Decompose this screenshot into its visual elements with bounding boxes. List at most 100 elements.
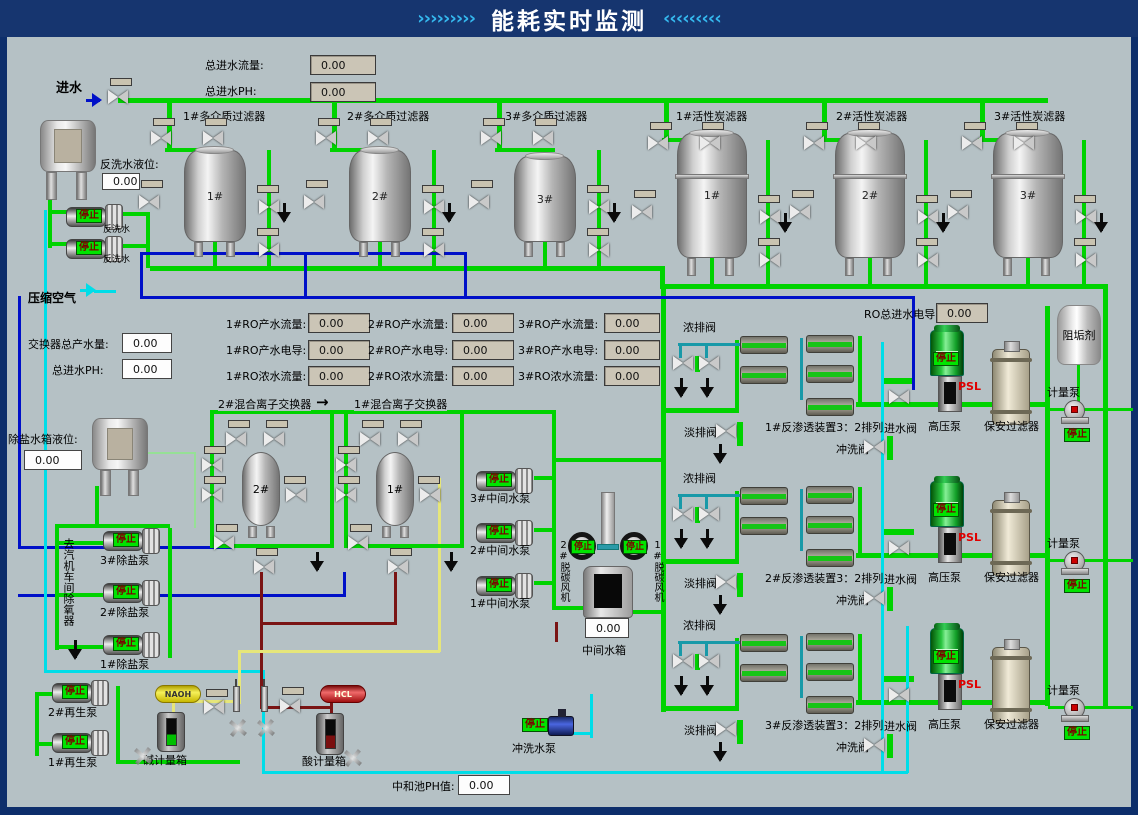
valve-icon[interactable] [259, 243, 279, 257]
valve-icon[interactable] [918, 210, 938, 224]
flush-water-pump[interactable] [548, 716, 574, 736]
valve-icon[interactable] [589, 243, 609, 257]
pump-status-badge[interactable]: 停止 [1064, 726, 1090, 740]
ro-meter-label: 2#RO浓水流量: [368, 370, 448, 383]
valve-icon[interactable] [420, 488, 440, 502]
valve-icon[interactable] [424, 200, 444, 214]
valve-icon[interactable] [286, 488, 306, 502]
fan-status-badge[interactable]: 停止 [571, 540, 595, 554]
pump-status-badge[interactable]: 停止 [76, 209, 102, 223]
conc-valve-icon[interactable] [673, 654, 693, 668]
valve-icon[interactable] [632, 205, 652, 219]
valve-icon[interactable] [424, 243, 444, 257]
valve-icon[interactable] [368, 131, 388, 145]
perm-valve-icon[interactable] [716, 722, 736, 736]
pump-status-badge[interactable]: 停止 [62, 735, 88, 749]
pump-status-badge[interactable]: 停止 [113, 585, 139, 599]
inlet-valve-icon[interactable] [889, 688, 909, 702]
pump-status-badge[interactable]: 停止 [933, 503, 959, 517]
flush-valve-icon[interactable] [864, 591, 884, 605]
valve-icon[interactable] [700, 136, 720, 150]
pump-status-badge[interactable]: 停止 [522, 718, 548, 732]
valve-icon[interactable] [304, 195, 324, 209]
valve-icon[interactable] [348, 536, 368, 550]
valve-icon[interactable] [398, 432, 418, 446]
valve-icon[interactable] [760, 253, 780, 267]
pump-status-badge[interactable]: 停止 [1064, 579, 1090, 593]
valve-icon[interactable] [316, 131, 336, 145]
conc-valve-icon[interactable] [673, 507, 693, 521]
inlet-valve-icon[interactable] [889, 390, 909, 404]
valve-icon[interactable] [254, 560, 274, 574]
conc-valve-icon[interactable] [673, 356, 693, 370]
valve-icon[interactable] [1014, 136, 1034, 150]
perm-valve-icon[interactable] [716, 575, 736, 589]
valve-icon[interactable] [202, 488, 222, 502]
pump-status-badge[interactable]: 停止 [113, 533, 139, 547]
dosing-pump[interactable] [1060, 551, 1090, 575]
valve-icon[interactable] [360, 432, 380, 446]
desalt-pump-1[interactable]: 停止 [103, 632, 161, 658]
pump-status-badge[interactable]: 停止 [62, 685, 88, 699]
valve-icon[interactable] [151, 131, 171, 145]
mid-pump-1[interactable]: 停止 [476, 573, 534, 599]
valve-icon[interactable] [1076, 210, 1096, 224]
regen-pump-2[interactable]: 停止 [52, 680, 110, 706]
fan-status-badge[interactable]: 停止 [623, 540, 647, 554]
perm-valve-icon[interactable] [716, 424, 736, 438]
valve-icon[interactable] [388, 560, 408, 574]
valve-icon[interactable] [481, 131, 501, 145]
valve-icon[interactable] [962, 136, 982, 150]
pump-status-badge[interactable]: 停止 [486, 473, 512, 487]
valve-icon[interactable] [259, 200, 279, 214]
pipe [35, 692, 39, 756]
valve-icon[interactable] [214, 536, 234, 550]
conc-valve-icon[interactable] [699, 356, 719, 370]
valve-icon[interactable] [533, 131, 553, 145]
inlet-valve-icon[interactable] [108, 90, 128, 104]
desalt-pump-3[interactable]: 停止 [103, 528, 161, 554]
pump-status-badge[interactable]: 停止 [486, 578, 512, 592]
valve-icon[interactable] [790, 205, 810, 219]
valve-icon[interactable] [264, 432, 284, 446]
conc-valve-icon[interactable] [699, 507, 719, 521]
valve-icon[interactable] [336, 488, 356, 502]
valve-icon[interactable] [202, 458, 222, 472]
valve-icon[interactable] [918, 253, 938, 267]
flush-pump-label: 冲洗水泵 [512, 742, 556, 755]
valve-icon[interactable] [469, 195, 489, 209]
pump-status-badge[interactable]: 停止 [1064, 428, 1090, 442]
mid-pump-2[interactable]: 停止 [476, 520, 534, 546]
valve-icon[interactable] [226, 432, 246, 446]
valve-icon[interactable] [760, 210, 780, 224]
inlet-valve-icon[interactable] [889, 541, 909, 555]
tank-number: 3# [1020, 189, 1036, 202]
flush-valve-icon[interactable] [864, 440, 884, 454]
valve-icon[interactable] [948, 205, 968, 219]
dosing-pump[interactable] [1060, 698, 1090, 722]
pump-status-badge[interactable]: 停止 [76, 241, 102, 255]
valve-icon[interactable] [204, 700, 224, 714]
valve-icon[interactable] [203, 131, 223, 145]
regen-pump-1[interactable]: 停止 [52, 730, 110, 756]
drain-arrow-icon [680, 378, 683, 396]
pump-status-badge[interactable]: 停止 [486, 525, 512, 539]
valve-icon[interactable] [336, 458, 356, 472]
ro-meter-label: 3#RO浓水流量: [518, 370, 598, 383]
pump-status-badge[interactable]: 停止 [933, 352, 959, 366]
valve-icon[interactable] [280, 699, 300, 713]
valve-icon[interactable] [648, 136, 668, 150]
mid-pump-3[interactable]: 停止 [476, 468, 534, 494]
valve-icon[interactable] [589, 200, 609, 214]
pump-status-badge[interactable]: 停止 [113, 637, 139, 651]
conc-valve-icon[interactable] [699, 654, 719, 668]
degasser-collar [597, 544, 619, 550]
dosing-pump[interactable] [1060, 400, 1090, 424]
flush-valve-icon[interactable] [864, 738, 884, 752]
valve-icon[interactable] [856, 136, 876, 150]
valve-icon[interactable] [139, 195, 159, 209]
valve-icon[interactable] [804, 136, 824, 150]
valve-icon[interactable] [1076, 253, 1096, 267]
desalt-pump-2[interactable]: 停止 [103, 580, 161, 606]
pump-status-badge[interactable]: 停止 [933, 650, 959, 664]
